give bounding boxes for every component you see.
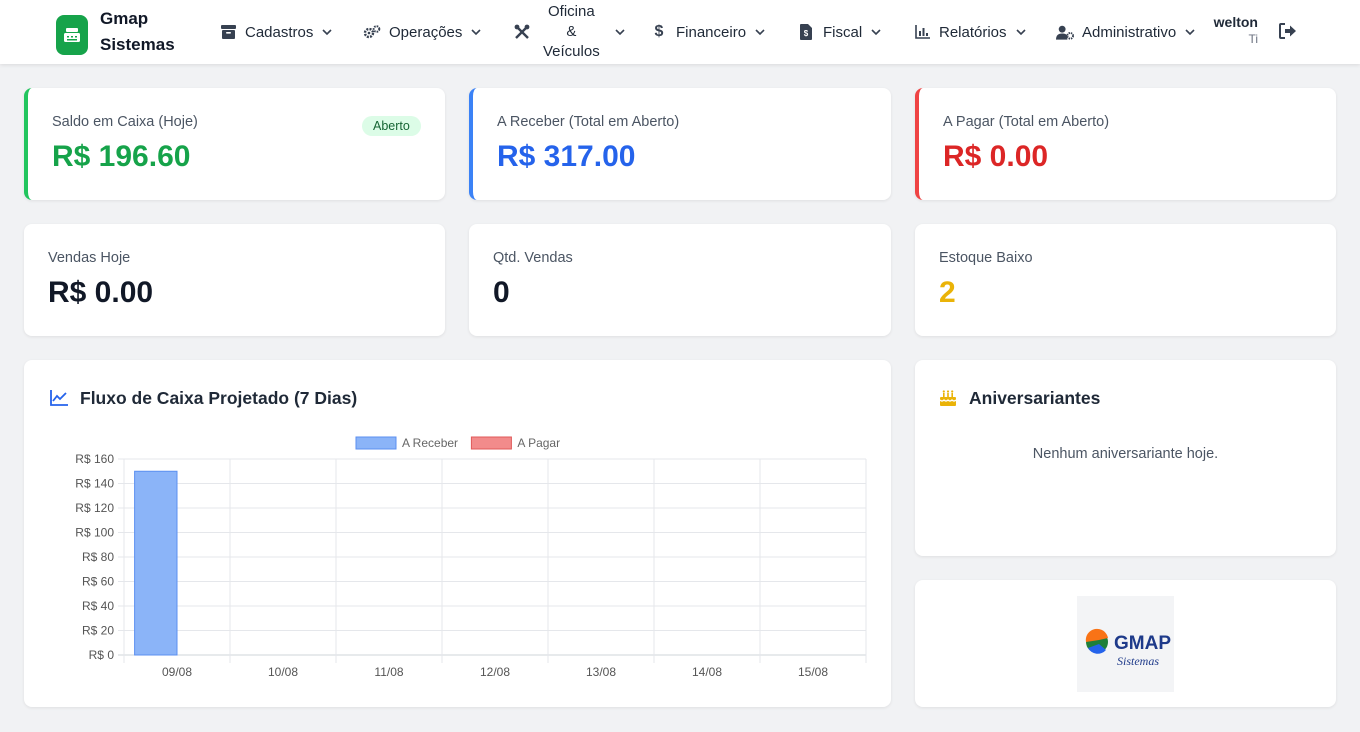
chevron-down-icon bbox=[1184, 26, 1196, 38]
pagar-label: A Pagar (Total em Aberto) bbox=[943, 114, 1110, 130]
x-tick-label: 09/08 bbox=[162, 665, 192, 679]
legend-swatch bbox=[470, 436, 512, 450]
pagar-value: R$ 0.00 bbox=[943, 140, 1049, 173]
x-tick-label: 10/08 bbox=[268, 665, 298, 679]
nav-fiscal[interactable]: $ Fiscal bbox=[797, 0, 882, 64]
nav-financeiro[interactable]: $ Financeiro bbox=[650, 0, 766, 64]
receber-label: A Receber (Total em Aberto) bbox=[497, 114, 680, 130]
estoque-baixo-value: 2 bbox=[939, 276, 956, 309]
brand-name-line2: Sistemas bbox=[100, 35, 175, 54]
archive-icon bbox=[219, 23, 237, 41]
tools-icon bbox=[513, 23, 531, 41]
user-name: welton bbox=[1213, 14, 1258, 30]
y-tick-label: R$ 0 bbox=[89, 648, 115, 662]
chevron-down-icon bbox=[870, 26, 882, 38]
x-tick-label: 14/08 bbox=[692, 665, 722, 679]
invoice-icon: $ bbox=[797, 23, 815, 41]
y-tick-label: R$ 120 bbox=[75, 501, 114, 515]
nav-operacoes-label: Operações bbox=[389, 23, 463, 41]
nav-relatorios-label: Relatórios bbox=[939, 23, 1007, 41]
nav-fiscal-label: Fiscal bbox=[823, 23, 863, 41]
qtd-vendas-card: Qtd. Vendas 0 bbox=[469, 224, 891, 336]
gmap-logo: GMAP Sistemas bbox=[1077, 596, 1174, 692]
pagar-card: A Pagar (Total em Aberto) R$ 0.00 bbox=[915, 88, 1336, 200]
x-tick-label: 11/08 bbox=[374, 665, 403, 679]
qtd-vendas-label: Qtd. Vendas bbox=[493, 250, 573, 266]
nav-cadastros[interactable]: Cadastros bbox=[219, 0, 333, 64]
gmap-logo-mark: GMAP Sistemas bbox=[1085, 628, 1171, 668]
status-badge: Aberto bbox=[362, 116, 421, 136]
svg-text:$: $ bbox=[804, 29, 809, 38]
y-tick-label: R$ 140 bbox=[75, 477, 114, 491]
legend-swatch bbox=[355, 436, 397, 450]
dollar-icon: $ bbox=[654, 23, 664, 40]
vendas-hoje-card: Vendas Hoje R$ 0.00 bbox=[24, 224, 445, 336]
receber-card: A Receber (Total em Aberto) R$ 317.00 bbox=[469, 88, 891, 200]
brand-name: Gmap Sistemas bbox=[100, 6, 190, 58]
saldo-card: Saldo em Caixa (Hoje) Aberto R$ 196.60 bbox=[24, 88, 445, 200]
user-cog-icon bbox=[1056, 23, 1074, 41]
y-tick-label: R$ 100 bbox=[75, 526, 114, 540]
nav-financeiro-label: Financeiro bbox=[676, 23, 747, 41]
x-tick-label: 15/08 bbox=[798, 665, 828, 679]
estoque-baixo-label: Estoque Baixo bbox=[939, 250, 1033, 266]
aniversariantes-card: Aniversariantes Nenhum aniversariante ho… bbox=[915, 360, 1336, 556]
nav-cadastros-label: Cadastros bbox=[245, 23, 314, 41]
user-role: Ti bbox=[1248, 32, 1258, 46]
fluxo-caixa-card: Fluxo de Caixa Projetado (7 Dias) R$ 160… bbox=[24, 360, 891, 707]
fluxo-caixa-chart: R$ 160 R$ 140 R$ 120 R$ 100 R$ 80 R$ 60 R$ 40 R… bbox=[75, 436, 867, 679]
legend-label: A Receber bbox=[402, 436, 458, 450]
x-tick-label: 12/08 bbox=[480, 665, 510, 679]
estoque-baixo-card: Estoque Baixo 2 bbox=[915, 224, 1336, 336]
aniversariantes-empty-message: Nenhum aniversariante hoje. bbox=[1032, 446, 1219, 462]
nav-administrativo[interactable]: Administrativo bbox=[1056, 0, 1196, 64]
svg-text:Sistemas: Sistemas bbox=[1117, 654, 1159, 668]
chevron-down-icon bbox=[614, 26, 626, 38]
vendas-hoje-label: Vendas Hoje bbox=[48, 250, 131, 266]
bar-a-receber bbox=[134, 470, 178, 656]
y-tick-label: R$ 40 bbox=[82, 599, 114, 613]
aniversariantes-title: Aniversariantes bbox=[937, 387, 1100, 409]
bar-chart-icon bbox=[913, 23, 931, 41]
top-navbar: Gmap Sistemas Cadastros Operações Oficin… bbox=[0, 0, 1360, 64]
svg-text:GMAP: GMAP bbox=[1114, 633, 1171, 654]
saldo-value: R$ 196.60 bbox=[52, 140, 191, 173]
birthday-cake-icon bbox=[937, 387, 959, 409]
nav-oficina-label: Oficina & Veículos bbox=[543, 3, 600, 60]
saldo-label: Saldo em Caixa (Hoje) bbox=[52, 114, 198, 130]
logout-icon[interactable] bbox=[1279, 23, 1297, 41]
chevron-down-icon bbox=[321, 26, 333, 38]
user-info[interactable]: welton Ti bbox=[1210, 14, 1258, 46]
brand[interactable]: Gmap Sistemas bbox=[56, 6, 190, 58]
qtd-vendas-value: 0 bbox=[493, 276, 510, 309]
aniversariantes-title-text: Aniversariantes bbox=[969, 387, 1101, 408]
y-tick-label: R$ 80 bbox=[82, 550, 114, 564]
cash-register-icon bbox=[56, 14, 88, 55]
nav-operacoes[interactable]: Operações bbox=[363, 0, 482, 64]
chevron-down-icon bbox=[754, 26, 766, 38]
chevron-down-icon bbox=[470, 26, 482, 38]
x-tick-label: 13/08 bbox=[586, 665, 616, 679]
receber-value: R$ 317.00 bbox=[497, 140, 636, 173]
nav-oficina-veiculos[interactable]: Oficina & Veículos bbox=[513, 0, 626, 64]
chevron-down-icon bbox=[1015, 26, 1027, 38]
y-tick-label: R$ 60 bbox=[82, 575, 114, 589]
y-tick-label: R$ 160 bbox=[75, 452, 114, 466]
logo-card: GMAP Sistemas bbox=[915, 580, 1336, 707]
nav-administrativo-label: Administrativo bbox=[1082, 23, 1177, 41]
vendas-hoje-value: R$ 0.00 bbox=[48, 276, 154, 309]
legend-label: A Pagar bbox=[517, 436, 560, 450]
brand-name-line1: Gmap bbox=[100, 9, 149, 28]
nav-relatorios[interactable]: Relatórios bbox=[913, 0, 1027, 64]
gears-icon bbox=[363, 23, 381, 41]
y-tick-label: R$ 20 bbox=[82, 624, 114, 638]
